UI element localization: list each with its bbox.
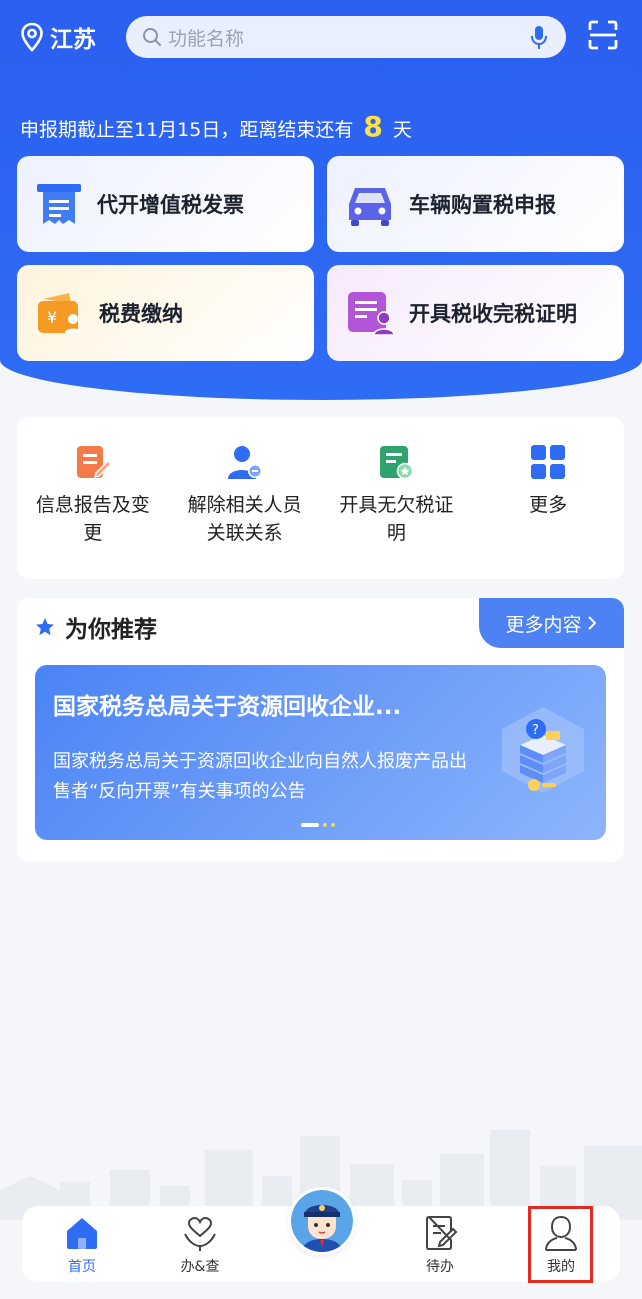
recommend-heading: 为你推荐 bbox=[35, 610, 157, 644]
search-input[interactable]: 功能名称 bbox=[126, 16, 566, 58]
remove-user-icon bbox=[227, 446, 262, 479]
tab-label: 首页 bbox=[68, 1259, 96, 1275]
heart-hands-icon bbox=[184, 1216, 216, 1251]
svg-text:?: ? bbox=[532, 723, 539, 738]
quick-card-label: 税费缴纳 bbox=[99, 302, 183, 326]
data-stack-illustration-icon: ? bbox=[502, 707, 584, 793]
recommend-title: 为你推荐 bbox=[65, 617, 157, 643]
banner-title: 国家税务总局关于资源回收企业... bbox=[53, 694, 402, 720]
service-info-report[interactable]: 信息报告及变更 bbox=[17, 417, 169, 579]
tab-home[interactable]: 首页 bbox=[42, 1214, 122, 1276]
service-no-arrears-certificate[interactable]: 开具无欠税证明 bbox=[321, 417, 473, 579]
top-bar: 江苏 功能名称 bbox=[0, 14, 642, 62]
service-label: 解除相关人员关联关系 bbox=[187, 494, 302, 544]
badge-document-icon bbox=[380, 446, 414, 480]
quick-card-label: 代开增值税发票 bbox=[97, 193, 244, 217]
service-remove-relation[interactable]: 解除相关人员关联关系 bbox=[169, 417, 321, 579]
invoice-icon bbox=[37, 184, 81, 224]
more-content-label: 更多内容 bbox=[505, 613, 582, 636]
certificate-icon bbox=[348, 292, 395, 336]
deadline-notice: 申报期截止至11月15日，距离结束还有 8 天 bbox=[20, 110, 412, 143]
search-icon bbox=[143, 28, 161, 46]
location-pin-icon bbox=[21, 22, 43, 52]
deadline-prefix: 申报期截止至11月15日，距离结束还有 bbox=[20, 119, 354, 141]
deadline-days: 8 bbox=[363, 110, 383, 143]
location-label: 江苏 bbox=[50, 27, 96, 53]
tab-todo[interactable]: 待办 bbox=[400, 1214, 480, 1276]
more-content-button[interactable]: 更多内容 bbox=[479, 598, 624, 648]
quick-card-label: 车辆购置税申报 bbox=[409, 193, 556, 217]
recommend-section: 为你推荐 更多内容 国家税务总局关于资源回收企业... 国家税务总局关于资源回收… bbox=[17, 598, 624, 862]
recommend-banner[interactable]: 国家税务总局关于资源回收企业... 国家税务总局关于资源回收企业向自然人报废产品… bbox=[35, 665, 606, 840]
grid-icon bbox=[531, 445, 566, 479]
location-selector[interactable]: 江苏 bbox=[20, 20, 96, 54]
quick-card-invoice[interactable]: 代开增值税发票 bbox=[17, 156, 314, 252]
service-label: 信息报告及变更 bbox=[35, 494, 150, 544]
svg-text:¥: ¥ bbox=[47, 308, 57, 327]
quick-card-tax-certificate[interactable]: 开具税收完税证明 bbox=[327, 265, 624, 361]
service-label: 更多 bbox=[529, 494, 568, 516]
microphone-icon[interactable] bbox=[530, 25, 548, 51]
wallet-icon: ¥ bbox=[38, 293, 81, 333]
star-icon bbox=[36, 618, 54, 636]
service-more[interactable]: 更多 bbox=[472, 417, 624, 579]
chevron-right-icon bbox=[587, 616, 596, 630]
banner-description: 国家税务总局关于资源回收企业向自然人报废产品出售者“反向开票”有关事项的公告 bbox=[53, 751, 467, 802]
car-icon bbox=[349, 188, 391, 226]
assistant-avatar-icon bbox=[291, 1190, 353, 1252]
deadline-suffix: 天 bbox=[392, 119, 412, 141]
tab-label: 办&查 bbox=[180, 1259, 220, 1275]
carousel-indicator bbox=[301, 823, 339, 827]
search-placeholder: 功能名称 bbox=[168, 27, 245, 50]
edit-document-icon bbox=[76, 446, 112, 479]
service-grid: 信息报告及变更 解除相关人员关联关系 开具无欠税证明 更多 bbox=[17, 417, 624, 579]
assistant-avatar-button[interactable] bbox=[288, 1187, 356, 1255]
todo-document-icon bbox=[426, 1215, 458, 1250]
tab-handle-query[interactable]: 办&查 bbox=[160, 1214, 240, 1276]
scan-icon[interactable] bbox=[588, 20, 618, 50]
quick-card-vehicle-tax[interactable]: 车辆购置税申报 bbox=[327, 156, 624, 252]
home-icon bbox=[67, 1218, 97, 1249]
service-label: 开具无欠税证明 bbox=[339, 494, 454, 544]
tab-label: 待办 bbox=[426, 1259, 454, 1275]
highlight-box bbox=[528, 1206, 593, 1283]
quick-card-label: 开具税收完税证明 bbox=[409, 302, 577, 326]
quick-card-tax-payment[interactable]: ¥ 税费缴纳 bbox=[17, 265, 314, 361]
